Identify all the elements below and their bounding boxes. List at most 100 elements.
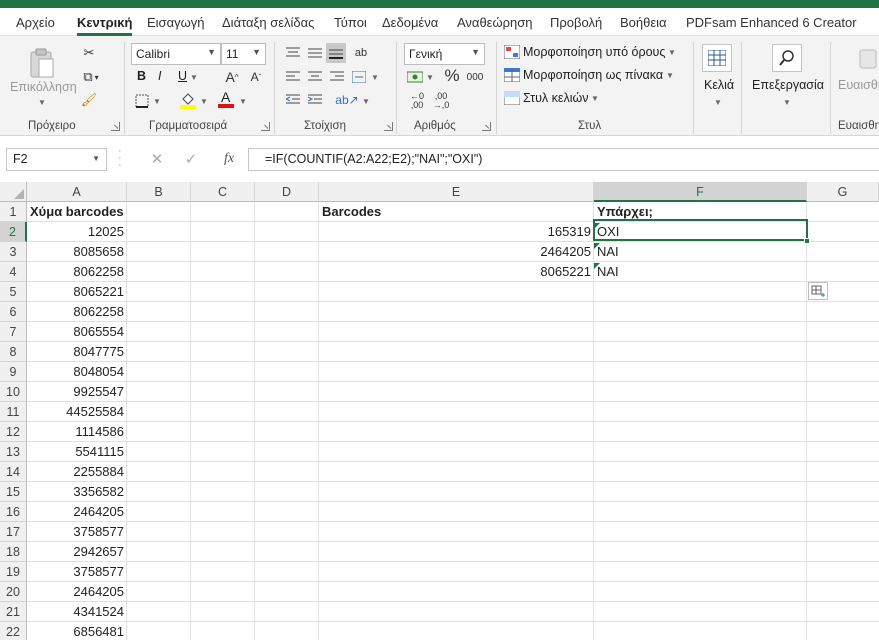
formula-input[interactable]: =IF(COUNTIF(A2:A22;E2);"ΝΑΙ";"ΟΧΙ") xyxy=(248,148,879,171)
cell-a11[interactable]: 44525584 xyxy=(27,402,127,422)
cell-a12[interactable]: 1114586 xyxy=(27,422,127,442)
conditional-formatting-dropdown-icon[interactable]: ▼ xyxy=(668,48,676,57)
tab-page-layout[interactable]: Διάταξη σελίδας xyxy=(222,15,314,30)
conditional-formatting-button[interactable]: Μορφοποίηση υπό όρους xyxy=(523,45,665,59)
underline-button[interactable]: U xyxy=(178,69,187,83)
cell-e2[interactable]: 165319 xyxy=(319,222,594,242)
cell-a13[interactable]: 5541115 xyxy=(27,442,127,462)
tab-help[interactable]: Βοήθεια xyxy=(620,15,667,30)
row-header-2[interactable]: 2 xyxy=(0,222,27,242)
merge-center-icon[interactable] xyxy=(350,68,368,86)
cell-a4[interactable]: 8062258 xyxy=(27,262,127,282)
editing-dropdown-icon[interactable]: ▼ xyxy=(783,98,791,107)
cell-e3[interactable]: 2464205 xyxy=(319,242,594,262)
align-middle-icon[interactable] xyxy=(306,45,324,61)
decrease-font-icon[interactable]: Aˇ xyxy=(246,68,266,86)
search-icon[interactable] xyxy=(772,44,802,72)
font-size-select[interactable]: 11 ▼ xyxy=(221,43,266,65)
cell-a22[interactable]: 6856481 xyxy=(27,622,127,640)
cell-e4[interactable]: 8065221 xyxy=(319,262,594,282)
row-header-14[interactable]: 14 xyxy=(0,462,27,482)
column-header-d[interactable]: D xyxy=(255,182,319,202)
enter-icon[interactable]: ✓ xyxy=(183,150,199,168)
align-center-icon[interactable] xyxy=(306,69,324,85)
cell-styles-dropdown-icon[interactable]: ▼ xyxy=(591,94,599,103)
align-right-icon[interactable] xyxy=(328,69,346,85)
row-header-21[interactable]: 21 xyxy=(0,602,27,622)
cell-a19[interactable]: 3758577 xyxy=(27,562,127,582)
tab-data[interactable]: Δεδομένα xyxy=(382,15,438,30)
cell-a17[interactable]: 3758577 xyxy=(27,522,127,542)
cell-a20[interactable]: 2464205 xyxy=(27,582,127,602)
row-header-9[interactable]: 9 xyxy=(0,362,27,382)
cell-a15[interactable]: 3356582 xyxy=(27,482,127,502)
tab-view[interactable]: Προβολή xyxy=(550,15,602,30)
number-launcher-icon[interactable] xyxy=(482,122,491,131)
fill-color-icon[interactable] xyxy=(178,90,198,110)
row-header-15[interactable]: 15 xyxy=(0,482,27,502)
column-header-e[interactable]: E xyxy=(319,182,594,202)
row-header-6[interactable]: 6 xyxy=(0,302,27,322)
column-header-c[interactable]: C xyxy=(191,182,255,202)
row-header-8[interactable]: 8 xyxy=(0,342,27,362)
increase-decimal-icon[interactable]: ←0,00 xyxy=(406,91,428,111)
orientation-dropdown-icon[interactable]: ▼ xyxy=(362,97,370,106)
column-header-a[interactable]: A xyxy=(27,182,127,202)
increase-font-icon[interactable]: A ^ xyxy=(222,68,242,86)
insert-function-icon[interactable]: fx xyxy=(219,150,239,168)
clipboard-launcher-icon[interactable] xyxy=(111,122,120,131)
fill-handle[interactable] xyxy=(804,238,810,244)
tab-pdfsam[interactable]: PDFsam Enhanced 6 Creator xyxy=(686,15,857,30)
cell-a14[interactable]: 2255884 xyxy=(27,462,127,482)
format-as-table-icon[interactable] xyxy=(503,67,521,83)
increase-indent-icon[interactable] xyxy=(306,92,324,108)
cell-styles-icon[interactable] xyxy=(503,90,521,106)
cell-a6[interactable]: 8062258 xyxy=(27,302,127,322)
cell-a16[interactable]: 2464205 xyxy=(27,502,127,522)
row-header-11[interactable]: 11 xyxy=(0,402,27,422)
comma-style-icon[interactable]: 000 xyxy=(464,68,486,86)
row-header-18[interactable]: 18 xyxy=(0,542,27,562)
cell-a2[interactable]: 12025 xyxy=(27,222,127,242)
spreadsheet-grid[interactable]: A B C D E F G 1 2 3 4 5 6 7 8 9 10 11 12 13 14 15 16 17 1… xyxy=(0,182,879,640)
borders-dropdown-icon[interactable]: ▼ xyxy=(153,97,161,106)
tab-insert[interactable]: Εισαγωγή xyxy=(147,15,204,30)
formula-bar-resize-handle[interactable]: · · · xyxy=(118,146,126,171)
select-all-button[interactable] xyxy=(0,182,27,202)
row-header-20[interactable]: 20 xyxy=(0,582,27,602)
accounting-dropdown-icon[interactable]: ▼ xyxy=(426,73,434,82)
percent-icon[interactable]: % xyxy=(442,66,462,86)
cell-e1[interactable]: Barcodes xyxy=(319,202,594,222)
cells-dropdown-icon[interactable]: ▼ xyxy=(714,98,722,107)
row-header-3[interactable]: 3 xyxy=(0,242,27,262)
paste-icon[interactable] xyxy=(24,46,60,80)
quick-analysis-icon[interactable] xyxy=(808,282,828,300)
accounting-format-icon[interactable] xyxy=(406,68,424,86)
row-header-7[interactable]: 7 xyxy=(0,322,27,342)
row-header-1[interactable]: 1 xyxy=(0,202,27,222)
cells-button[interactable]: Κελιά xyxy=(704,78,734,92)
cell-a18[interactable]: 2942657 xyxy=(27,542,127,562)
copy-icon[interactable]: ⧉ ▾ xyxy=(78,68,104,86)
tab-formulas[interactable]: Τύποι xyxy=(334,15,367,30)
column-header-b[interactable]: B xyxy=(127,182,191,202)
tab-review[interactable]: Αναθεώρηση xyxy=(457,15,533,30)
alignment-launcher-icon[interactable] xyxy=(384,122,393,131)
row-header-13[interactable]: 13 xyxy=(0,442,27,462)
row-header-22[interactable]: 22 xyxy=(0,622,27,640)
font-launcher-icon[interactable] xyxy=(261,122,270,131)
number-format-select[interactable]: Γενική ▼ xyxy=(404,43,485,65)
cell-a7[interactable]: 8065554 xyxy=(27,322,127,342)
align-top-icon[interactable] xyxy=(284,45,302,61)
merge-dropdown-icon[interactable]: ▼ xyxy=(371,73,379,82)
paste-dropdown-icon[interactable]: ▼ xyxy=(38,98,46,107)
bold-button[interactable]: B xyxy=(137,69,146,83)
sensitivity-button[interactable]: Ευαισθη xyxy=(838,78,879,92)
decrease-indent-icon[interactable] xyxy=(284,92,302,108)
sensitivity-icon[interactable] xyxy=(856,44,879,72)
cell-a10[interactable]: 9925547 xyxy=(27,382,127,402)
row-header-5[interactable]: 5 xyxy=(0,282,27,302)
name-box[interactable]: F2 ▼ xyxy=(6,148,107,171)
cell-styles-button[interactable]: Στυλ κελιών xyxy=(523,91,589,105)
row-header-16[interactable]: 16 xyxy=(0,502,27,522)
